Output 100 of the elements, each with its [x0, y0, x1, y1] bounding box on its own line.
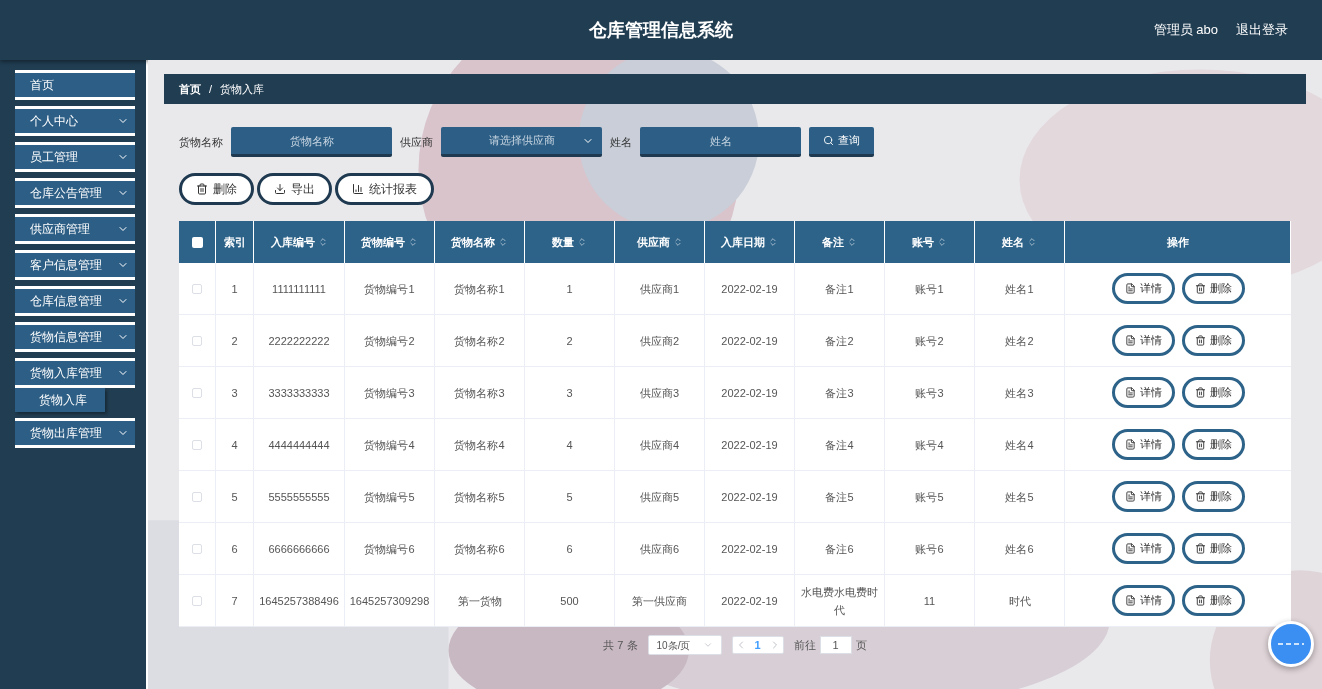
table-cell-text: 供应商3 [639, 385, 680, 401]
table-cell-text: 2 [231, 333, 238, 349]
table-cell-text: 2 [566, 333, 573, 349]
goto-label: 前往 [793, 637, 816, 653]
table-cell-text: 2022-02-19 [721, 489, 778, 505]
detail-button[interactable]: 详情 [1111, 533, 1175, 564]
detail-button[interactable]: 详情 [1111, 273, 1175, 304]
table-cell-text: 货物名称6 [454, 541, 505, 557]
sidebar-item[interactable]: 仓库公告管理 [15, 178, 135, 208]
column-header[interactable]: 姓名 [1002, 233, 1037, 251]
field-label: 货物名称 [179, 134, 223, 150]
table-cell-text: 11 [923, 593, 936, 609]
detail-button[interactable]: 详情 [1111, 481, 1175, 512]
sort-icon[interactable] [498, 237, 508, 247]
column-header[interactable]: 入库编号 [270, 233, 328, 251]
select-all-checkbox[interactable] [191, 236, 203, 248]
sidebar-item[interactable]: 首页 [15, 70, 135, 100]
table-cell-text: 备注2 [825, 333, 854, 349]
sidebar-item[interactable]: 个人中心 [15, 106, 135, 136]
page-input[interactable]: 1 [819, 636, 852, 654]
delete-button[interactable]: 删除 [1181, 377, 1245, 408]
delete-button[interactable]: 删除 [1181, 325, 1245, 356]
sidebar-item[interactable]: 员工管理 [15, 142, 135, 172]
row-checkbox[interactable] [192, 283, 202, 294]
column-header[interactable]: 货物名称 [451, 233, 508, 251]
sidebar-subitem[interactable]: 货物入库 [15, 388, 105, 412]
table-cell-text: 第一供应商 [632, 593, 687, 609]
delete-button[interactable]: 删除 [1181, 429, 1245, 460]
supplier-select[interactable]: 请选择供应商 [441, 127, 602, 157]
table-cell-text: 1645257309298 [349, 593, 430, 609]
row-checkbox[interactable] [192, 335, 202, 346]
export-button[interactable]: 导出 [257, 173, 332, 205]
table-cell-text: 账号5 [915, 489, 944, 505]
table-cell-text: 供应商1 [639, 281, 680, 297]
row-checkbox[interactable] [192, 491, 202, 502]
page-size-select[interactable]: 10条/页 [647, 635, 722, 655]
table-cell-text: 账号4 [915, 437, 944, 453]
row-checkbox[interactable] [192, 543, 202, 554]
sidebar-item[interactable]: 货物出库管理 [15, 418, 135, 448]
table-cell-text: 1111111111 [272, 281, 326, 297]
column-header[interactable]: 数量 [552, 233, 587, 251]
search-field[interactable]: 货物名称 [231, 127, 392, 157]
column-header[interactable]: 账号 [912, 233, 947, 251]
table-cell-text: 姓名2 [1005, 333, 1034, 349]
trash-icon [196, 183, 208, 195]
sort-icon[interactable] [937, 237, 947, 247]
search-field[interactable]: 姓名 [640, 127, 801, 157]
row-checkbox[interactable] [192, 439, 202, 450]
trash-icon [1194, 387, 1206, 398]
table-cell-text: 姓名5 [1005, 489, 1034, 505]
detail-button[interactable]: 详情 [1111, 377, 1175, 408]
table-cell-text: 6 [231, 541, 238, 557]
field-label: 姓名 [610, 134, 632, 150]
table-cell-text: 货物名称3 [454, 385, 505, 401]
column-header[interactable]: 货物编号 [361, 233, 418, 251]
sort-icon[interactable] [408, 237, 418, 247]
breadcrumb-item[interactable]: 货物入库 [220, 80, 265, 98]
table-cell-text: 货物编号2 [364, 333, 415, 349]
delete-button[interactable]: 删除 [1181, 533, 1245, 564]
detail-button[interactable]: 详情 [1111, 325, 1175, 356]
trash-icon [1194, 543, 1206, 554]
breadcrumb-item[interactable]: 首页 [179, 80, 201, 98]
row-checkbox[interactable] [192, 595, 202, 606]
sidebar-item[interactable]: 供应商管理 [15, 214, 135, 244]
table-cell-text: 1645257388496 [259, 593, 339, 609]
table-cell-text: 2222222222 [268, 333, 330, 349]
column-header[interactable]: 备注 [822, 233, 857, 251]
detail-button[interactable]: 详情 [1111, 585, 1175, 616]
report-button[interactable]: 统计报表 [335, 173, 434, 205]
logout-link[interactable]: 退出登录 [1236, 20, 1288, 40]
page-suffix: 页 [855, 637, 867, 653]
column-header[interactable]: 供应商 [636, 233, 683, 251]
detail-button[interactable]: 详情 [1111, 429, 1175, 460]
table-cell-text: 备注1 [825, 281, 854, 297]
delete-button[interactable]: 删除 [1181, 481, 1245, 512]
sort-icon[interactable] [672, 237, 683, 247]
delete-button[interactable]: 删除 [1181, 585, 1245, 616]
table-cell-text: 2022-02-19 [721, 437, 778, 453]
table-cell-text: 3333333333 [268, 385, 330, 401]
delete-button[interactable]: 删除 [179, 173, 254, 205]
delete-button[interactable]: 删除 [1181, 273, 1245, 304]
sort-icon[interactable] [1027, 237, 1037, 247]
row-checkbox[interactable] [192, 387, 202, 398]
table-cell-text: 5555555555 [268, 489, 330, 505]
sort-icon[interactable] [847, 237, 857, 247]
sort-icon[interactable] [317, 237, 328, 247]
sidebar-item[interactable]: 货物信息管理 [15, 322, 135, 352]
table-cell-text: 4 [231, 437, 238, 453]
table-cell-text: 6666666666 [268, 541, 330, 557]
document-icon [1124, 491, 1136, 502]
sort-icon[interactable] [577, 237, 587, 247]
table-cell-text: 2022-02-19 [721, 541, 778, 557]
sidebar-item[interactable]: 客户信息管理 [15, 250, 135, 280]
query-button[interactable]: 查询 [809, 127, 874, 157]
column-header: 操作 [1166, 234, 1189, 250]
sidebar-item[interactable]: 仓库信息管理 [15, 286, 135, 316]
table-cell-text: 水电费水电费时代 [800, 584, 879, 618]
sidebar-item[interactable]: 货物入库管理 [15, 358, 135, 388]
column-header[interactable]: 入库日期 [721, 233, 778, 251]
sort-icon[interactable] [768, 237, 778, 247]
